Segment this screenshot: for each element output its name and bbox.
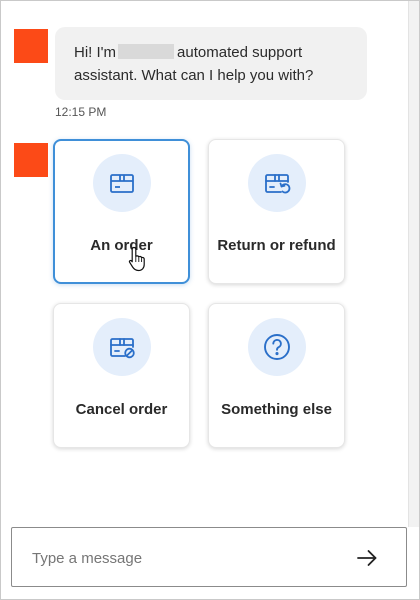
scrollbar[interactable] <box>408 1 419 527</box>
option-card-return-or-refund[interactable]: Return or refund <box>208 139 345 284</box>
option-label: Cancel order <box>75 401 168 418</box>
send-button[interactable] <box>354 545 380 571</box>
option-card-an-order[interactable]: An order <box>53 139 190 284</box>
chat-window: Hi! I'm automated support assistant. What… <box>0 0 420 600</box>
question-icon <box>247 318 306 376</box>
box-return-icon <box>247 154 306 212</box>
arrow-right-icon <box>357 550 377 566</box>
option-label: An order <box>90 237 153 254</box>
option-card-cancel-order[interactable]: Cancel order <box>53 303 190 448</box>
box-icon <box>92 154 151 212</box>
message-input[interactable] <box>30 542 334 574</box>
bot-message-greeting: Hi! I'm <box>74 44 117 61</box>
message-timestamp: 12:15 PM <box>55 105 107 119</box>
message-composer <box>11 527 407 587</box>
option-label: Something else <box>221 401 332 418</box>
bot-avatar <box>14 143 48 177</box>
option-label: Return or refund <box>217 237 336 254</box>
bot-message-bubble: Hi! I'm automated support assistant. What… <box>55 27 367 100</box>
redacted-name <box>118 44 175 59</box>
bot-avatar <box>14 29 48 63</box>
option-card-something-else[interactable]: Something else <box>208 303 345 448</box>
box-cancel-icon <box>92 318 151 376</box>
